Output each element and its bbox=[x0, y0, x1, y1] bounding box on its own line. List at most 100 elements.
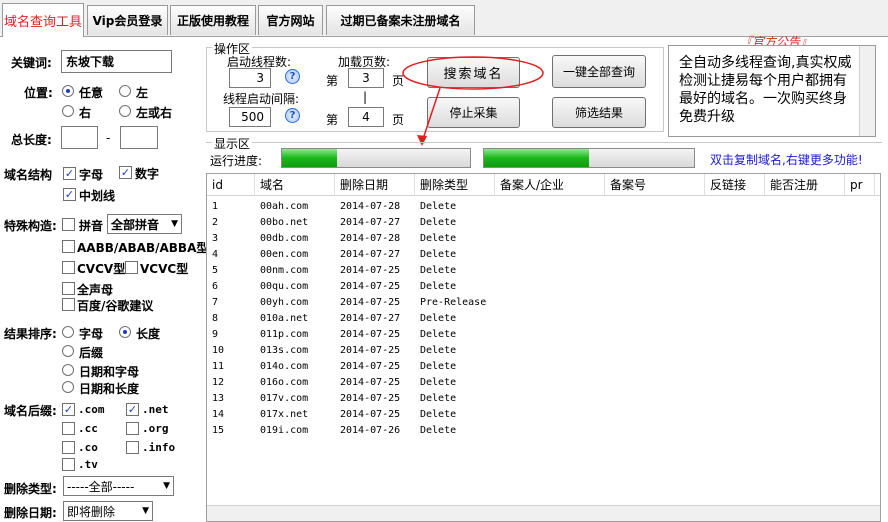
length-min-input[interactable] bbox=[61, 126, 98, 149]
delete-type-select[interactable]: -----全部----- ▼ bbox=[63, 476, 174, 496]
cell-id: 14 bbox=[212, 409, 225, 420]
suffix-label: 域名后缀: bbox=[4, 404, 57, 418]
column-header-registrant[interactable]: 备案人/企业 bbox=[495, 174, 605, 196]
aabb-checkbox[interactable] bbox=[62, 240, 75, 253]
column-header-pr[interactable]: pr bbox=[845, 174, 875, 196]
position-left-or-right-radio[interactable] bbox=[119, 105, 131, 117]
vcvc-checkbox[interactable] bbox=[125, 261, 138, 274]
column-header-delete-type[interactable]: 删除类型 bbox=[415, 174, 495, 196]
sort-letters-radio[interactable] bbox=[62, 326, 74, 338]
position-right-radio[interactable] bbox=[62, 105, 74, 117]
cell-id: 2 bbox=[212, 217, 219, 228]
page-to-input[interactable]: 4 bbox=[348, 107, 384, 127]
table-row[interactable]: 3 00db.com 2014-07-28 Delete bbox=[207, 231, 867, 247]
threads-help-icon[interactable]: ? bbox=[285, 69, 300, 84]
table-row[interactable]: 11 014o.com 2014-07-25 Delete bbox=[207, 359, 867, 375]
position-any-radio[interactable] bbox=[62, 85, 74, 97]
table-row[interactable]: 12 016o.com 2014-07-25 Delete bbox=[207, 375, 867, 391]
table-row[interactable]: 7 00yh.com 2014-07-25 Pre-Release bbox=[207, 295, 867, 311]
table-row[interactable]: 6 00qu.com 2014-07-25 Delete bbox=[207, 279, 867, 295]
table-row[interactable]: 15 019i.com 2014-07-26 Delete bbox=[207, 423, 867, 439]
cvcv-checkbox[interactable] bbox=[62, 261, 75, 274]
table-row[interactable]: 10 013s.com 2014-07-25 Delete bbox=[207, 343, 867, 359]
pinyin-select[interactable]: 全部拼音 ▼ bbox=[107, 214, 182, 234]
structure-letters-checkbox[interactable]: ✓ bbox=[63, 167, 76, 180]
table-row[interactable]: 9 011p.com 2014-07-25 Delete bbox=[207, 327, 867, 343]
table-row[interactable]: 1 00ah.com 2014-07-28 Delete bbox=[207, 199, 867, 215]
horizontal-scrollbar[interactable] bbox=[207, 505, 880, 521]
sort-date-length-radio[interactable] bbox=[62, 381, 74, 393]
aabb-label: AABB/ABAB/ABBA型 bbox=[77, 241, 209, 255]
position-label: 位置: bbox=[24, 86, 53, 100]
notice-scrollbar[interactable] bbox=[859, 46, 875, 136]
sort-date-letters-radio[interactable] bbox=[62, 364, 74, 376]
delete-type-label: 删除类型: bbox=[4, 482, 57, 496]
suffix-info-checkbox[interactable] bbox=[126, 441, 139, 454]
table-row[interactable]: 13 017v.com 2014-07-25 Delete bbox=[207, 391, 867, 407]
delete-date-select[interactable]: 即将删除 ▼ bbox=[63, 501, 153, 521]
page-from-input[interactable]: 3 bbox=[348, 68, 384, 88]
suffix-org-checkbox[interactable] bbox=[126, 422, 139, 435]
sort-date-length-label: 日期和长度 bbox=[79, 382, 140, 396]
column-header-registrable[interactable]: 能否注册 bbox=[765, 174, 845, 196]
interval-input[interactable]: 500 bbox=[229, 107, 271, 127]
initials-checkbox[interactable] bbox=[62, 282, 75, 295]
left-filter-panel: 关键词: 东坡下载 位置: 任意 左 右 左或右 总长度: - 域名结构 ✓ 字… bbox=[0, 37, 208, 522]
table-row[interactable]: 5 00nm.com 2014-07-25 Delete bbox=[207, 263, 867, 279]
cell-delete-date: 2014-07-25 bbox=[340, 409, 401, 420]
tab-tutorial[interactable]: 正版使用教程 bbox=[170, 5, 256, 35]
cell-domain: 019i.com bbox=[260, 425, 309, 436]
sort-length-radio[interactable] bbox=[119, 326, 131, 338]
cell-id: 8 bbox=[212, 313, 219, 324]
cell-delete-type: Delete bbox=[420, 393, 457, 404]
sort-suffix-radio[interactable] bbox=[62, 345, 74, 357]
suggest-checkbox[interactable] bbox=[62, 298, 75, 311]
column-header-record-no[interactable]: 备案号 bbox=[605, 174, 705, 196]
cell-delete-date: 2014-07-25 bbox=[340, 297, 401, 308]
cell-domain: 014o.com bbox=[260, 361, 309, 372]
cell-domain: 017x.net bbox=[260, 409, 309, 420]
tab-expired-domains[interactable]: 过期已备案未注册域名 bbox=[326, 5, 475, 35]
position-left-radio[interactable] bbox=[119, 85, 131, 97]
cell-delete-type: Delete bbox=[420, 249, 457, 260]
suffix-net-checkbox[interactable]: ✓ bbox=[126, 403, 139, 416]
structure-letters-label: 字母 bbox=[79, 168, 104, 182]
notice-box: 全自动多线程查询,真实权威检测让捷易每个用户都拥有最好的域名。一次购买终身免费升… bbox=[668, 45, 876, 137]
length-max-input[interactable] bbox=[120, 126, 158, 149]
cell-id: 13 bbox=[212, 393, 225, 404]
suffix-tv-checkbox[interactable] bbox=[62, 458, 75, 471]
cell-id: 5 bbox=[212, 265, 219, 276]
structure-digits-checkbox[interactable]: ✓ bbox=[119, 166, 132, 179]
cell-delete-date: 2014-07-25 bbox=[340, 393, 401, 404]
filter-results-button[interactable]: 筛选结果 bbox=[552, 97, 646, 128]
suffix-com-checkbox[interactable]: ✓ bbox=[62, 403, 75, 416]
tab-official-site[interactable]: 官方网站 bbox=[258, 5, 323, 35]
results-table[interactable]: id 域名 删除日期 删除类型 备案人/企业 备案号 反链接 能否注册 pr 1… bbox=[206, 173, 881, 522]
cvcv-label: CVCV型 bbox=[77, 262, 126, 276]
pinyin-checkbox[interactable] bbox=[62, 218, 75, 231]
sort-label: 结果排序: bbox=[4, 327, 57, 341]
threads-input[interactable]: 3 bbox=[229, 68, 271, 88]
keyword-input[interactable]: 东坡下载 bbox=[61, 50, 172, 73]
table-row[interactable]: 8 010a.net 2014-07-27 Delete bbox=[207, 311, 867, 327]
column-header-backlinks[interactable]: 反链接 bbox=[705, 174, 765, 196]
sort-date-letters-label: 日期和字母 bbox=[79, 365, 140, 379]
table-row[interactable]: 14 017x.net 2014-07-25 Delete bbox=[207, 407, 867, 423]
suffix-co-checkbox[interactable] bbox=[62, 441, 75, 454]
delete-type-value: -----全部----- bbox=[67, 479, 135, 494]
table-row[interactable]: 4 00en.com 2014-07-27 Delete bbox=[207, 247, 867, 263]
highlight-annotation bbox=[402, 56, 544, 146]
column-header-delete-date[interactable]: 删除日期 bbox=[335, 174, 415, 196]
cell-delete-type: Delete bbox=[420, 345, 457, 356]
structure-hyphen-checkbox[interactable]: ✓ bbox=[63, 188, 76, 201]
column-header-id[interactable]: id bbox=[207, 174, 255, 196]
cell-domain: 00ah.com bbox=[260, 201, 309, 212]
column-header-domain[interactable]: 域名 bbox=[255, 174, 335, 196]
interval-help-icon[interactable]: ? bbox=[285, 108, 300, 123]
tab-domain-query[interactable]: 域名查询工具 bbox=[2, 3, 84, 37]
query-all-button[interactable]: 一键全部查询 bbox=[552, 55, 646, 88]
tab-vip-login[interactable]: Vip会员登录 bbox=[87, 5, 168, 35]
suffix-cc-checkbox[interactable] bbox=[62, 422, 75, 435]
cell-delete-type: Delete bbox=[420, 313, 457, 324]
table-row[interactable]: 2 00bo.net 2014-07-27 Delete bbox=[207, 215, 867, 231]
